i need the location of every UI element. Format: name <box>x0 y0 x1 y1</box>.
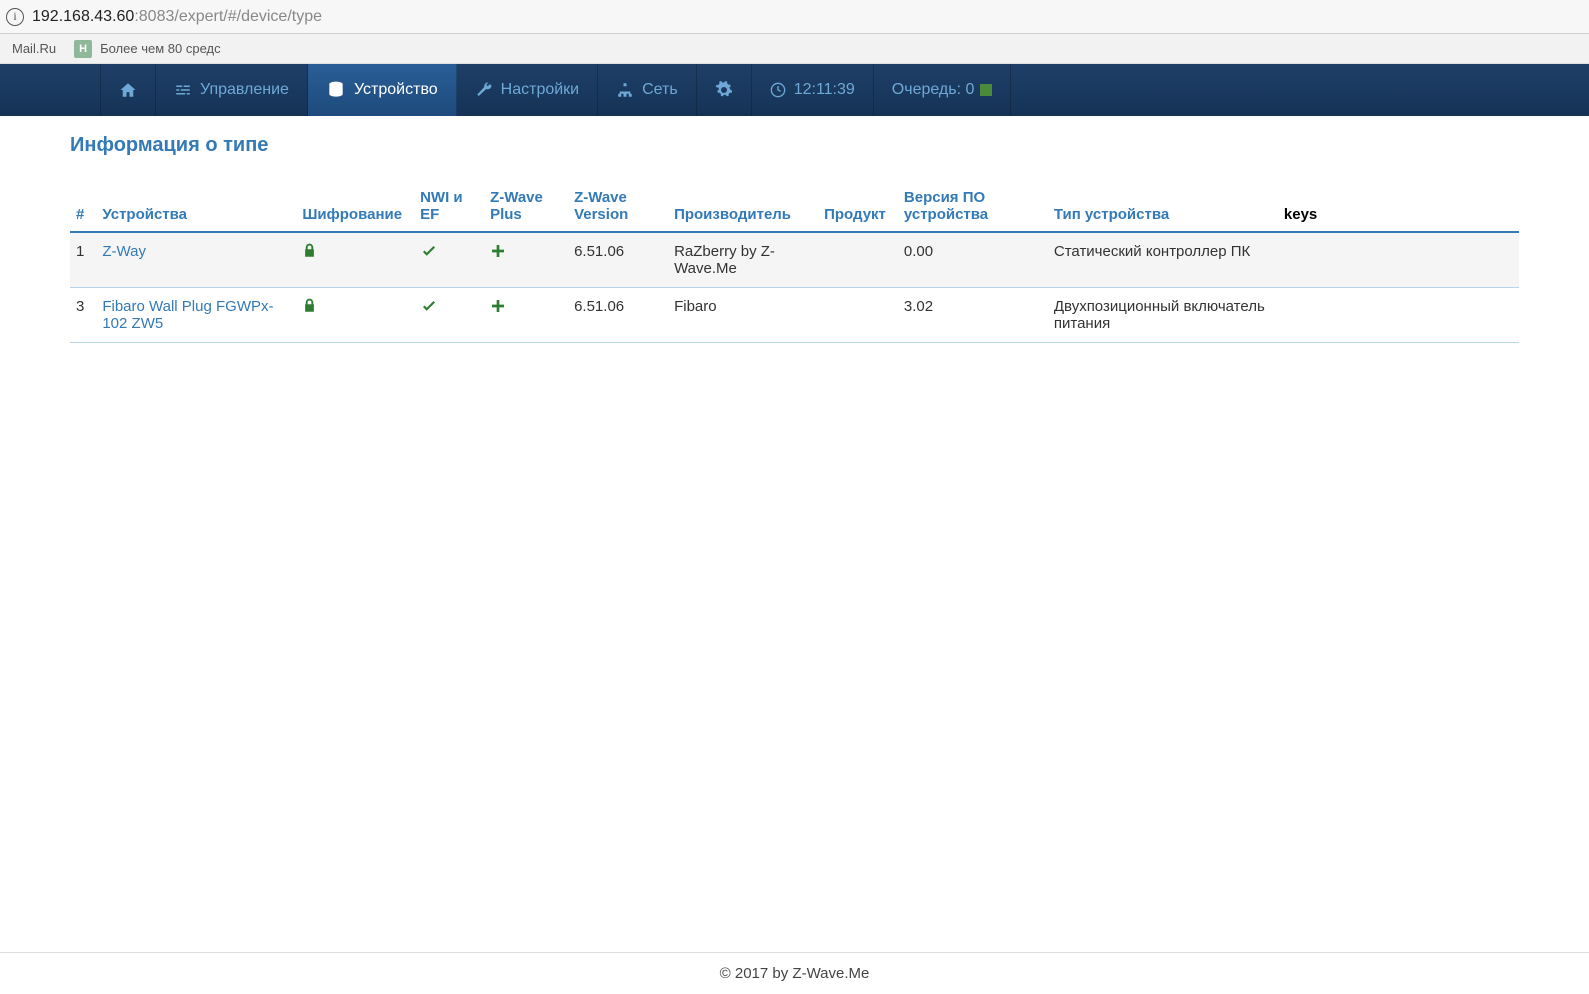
cell-num: 3 <box>70 288 96 343</box>
gear-icon <box>715 81 733 99</box>
cell-firmware: 3.02 <box>898 288 1048 343</box>
col-manufacturer[interactable]: Производитель <box>668 181 818 232</box>
nav-device-label: Устройство <box>354 81 438 99</box>
cell-device-type: Двухпозиционный включатель питания <box>1048 288 1278 343</box>
plus-icon <box>490 301 506 318</box>
url-host: 192.168.43.60 <box>32 8 134 25</box>
table-row: 1 Z-Way 6.51.06 RaZberry by Z-Wave.Me 0.… <box>70 232 1519 288</box>
cell-firmware: 0.00 <box>898 232 1048 288</box>
device-link[interactable]: Fibaro Wall Plug FGWPx-102 ZW5 <box>102 298 273 332</box>
col-firmware[interactable]: Версия ПО устройства <box>898 181 1048 232</box>
device-link[interactable]: Z-Way <box>102 243 146 260</box>
bookmark-mailru[interactable]: Mail.Ru <box>12 41 56 56</box>
lock-icon <box>302 245 317 262</box>
col-num[interactable]: # <box>70 181 96 232</box>
habr-icon: H <box>74 40 92 58</box>
cell-keys <box>1278 232 1519 288</box>
col-keys: keys <box>1278 181 1519 232</box>
nav-config[interactable] <box>697 64 752 116</box>
main-content: Информация о типе # Устройства Шифровани… <box>0 116 1589 423</box>
col-nwi-ef[interactable]: NWI и EF <box>414 181 484 232</box>
nav-time-label: 12:11:39 <box>794 81 855 99</box>
nav-device[interactable]: Устройство <box>308 64 457 116</box>
col-zwave-version[interactable]: Z-Wave Version <box>568 181 668 232</box>
cell-manufacturer: Fibaro <box>668 288 818 343</box>
cell-product <box>818 288 898 343</box>
bookmark-label: Mail.Ru <box>12 41 56 56</box>
url-display[interactable]: 192.168.43.60:8083/expert/#/device/type <box>32 8 322 26</box>
nav-queue-label: Очередь: 0 <box>892 81 975 99</box>
col-encryption[interactable]: Шифрование <box>296 181 414 232</box>
nav-home[interactable] <box>100 64 156 116</box>
cell-version: 6.51.06 <box>568 232 668 288</box>
site-info-icon[interactable]: i <box>6 8 24 26</box>
bookmark-label: Более чем 80 средс <box>100 41 221 56</box>
nav-settings[interactable]: Настройки <box>457 64 598 116</box>
sliders-icon <box>174 81 192 99</box>
col-device-type[interactable]: Тип устройства <box>1048 181 1278 232</box>
cell-version: 6.51.06 <box>568 288 668 343</box>
device-type-table: # Устройства Шифрование NWI и EF Z-Wave … <box>70 181 1519 343</box>
nav-time[interactable]: 12:11:39 <box>752 64 874 116</box>
cell-product <box>818 232 898 288</box>
nav-network[interactable]: Сеть <box>598 64 697 116</box>
col-product[interactable]: Продукт <box>818 181 898 232</box>
database-icon <box>326 80 346 100</box>
queue-indicator-icon <box>980 84 992 96</box>
cell-num: 1 <box>70 232 96 288</box>
bookmarks-bar: Mail.Ru H Более чем 80 средс <box>0 34 1589 64</box>
cell-device-type: Статический контроллер ПК <box>1048 232 1278 288</box>
check-icon <box>420 248 438 265</box>
url-path: :8083/expert/#/device/type <box>134 8 322 25</box>
cell-manufacturer: RaZberry by Z-Wave.Me <box>668 232 818 288</box>
bookmark-habr[interactable]: H Более чем 80 средс <box>74 40 221 58</box>
cell-keys <box>1278 288 1519 343</box>
wrench-icon <box>475 81 493 99</box>
home-icon <box>119 81 137 99</box>
footer: © 2017 by Z-Wave.Me <box>0 952 1589 994</box>
page-title: Информация о типе <box>70 134 1519 157</box>
footer-text: © 2017 by Z-Wave.Me <box>720 965 870 982</box>
check-icon <box>420 303 438 320</box>
nav-control-label: Управление <box>200 81 289 99</box>
nav-queue[interactable]: Очередь: 0 <box>874 64 1012 116</box>
plus-icon <box>490 246 506 263</box>
lock-icon <box>302 300 317 317</box>
nav-network-label: Сеть <box>642 81 678 99</box>
nav-control[interactable]: Управление <box>156 64 308 116</box>
col-zwave-plus[interactable]: Z-Wave Plus <box>484 181 568 232</box>
col-devices[interactable]: Устройства <box>96 181 296 232</box>
clock-icon <box>770 82 786 98</box>
sitemap-icon <box>616 81 634 99</box>
browser-address-bar: i 192.168.43.60:8083/expert/#/device/typ… <box>0 0 1589 34</box>
table-row: 3 Fibaro Wall Plug FGWPx-102 ZW5 6.51.06… <box>70 288 1519 343</box>
top-nav: Управление Устройство Настройки Сеть 12:… <box>0 64 1589 116</box>
nav-settings-label: Настройки <box>501 81 579 99</box>
